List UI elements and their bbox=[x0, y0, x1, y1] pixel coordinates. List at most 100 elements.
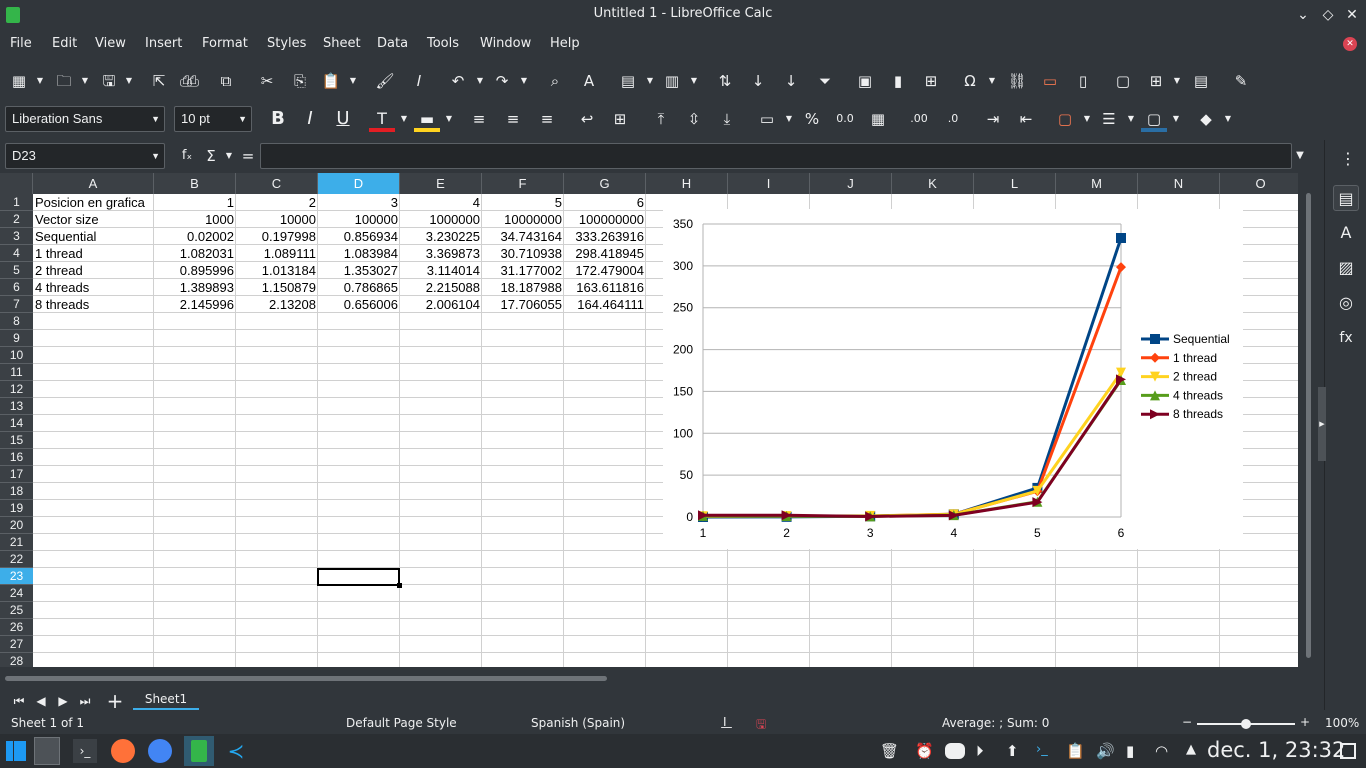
sidebar-collapse-handle[interactable]: ▶ bbox=[1318, 387, 1326, 461]
media-player-icon[interactable]: ⏵ bbox=[976, 742, 984, 760]
vertical-scrollbar-thumb[interactable] bbox=[1306, 193, 1311, 658]
cell[interactable]: 8 threads bbox=[33, 296, 154, 313]
cell[interactable]: 164.464111 bbox=[564, 296, 646, 313]
cell[interactable]: 1.389893 bbox=[154, 279, 236, 296]
show-draw-functions-icon[interactable]: ✎ bbox=[1228, 68, 1254, 94]
menu-styles[interactable]: Styles bbox=[261, 30, 312, 58]
cell[interactable]: 0.02002 bbox=[154, 228, 236, 245]
row-header[interactable]: 11 bbox=[0, 364, 33, 381]
cell-cursor-handle[interactable] bbox=[397, 583, 402, 588]
cell[interactable]: 2.215088 bbox=[400, 279, 482, 296]
cell[interactable]: 333.263916 bbox=[564, 228, 646, 245]
cell[interactable]: 0.197998 bbox=[236, 228, 318, 245]
underline-icon[interactable]: U bbox=[330, 106, 356, 132]
menu-sheet[interactable]: Sheet bbox=[317, 30, 367, 58]
cell[interactable]: 0.786865 bbox=[318, 279, 400, 296]
row-header[interactable]: 1 bbox=[0, 194, 33, 211]
chevron-down-icon[interactable]: ▼ bbox=[399, 106, 409, 132]
chevron-down-icon[interactable]: ▼ bbox=[1172, 68, 1182, 94]
cell[interactable]: 0.656006 bbox=[318, 296, 400, 313]
close-button[interactable]: ✕ bbox=[1342, 5, 1362, 25]
cell[interactable]: 1 thread bbox=[33, 245, 154, 262]
new-document-icon[interactable]: ▦ bbox=[6, 68, 32, 94]
vertical-scrollbar[interactable] bbox=[1300, 173, 1318, 667]
functions-icon[interactable]: fx bbox=[1333, 325, 1359, 351]
column-header[interactable]: M bbox=[1056, 173, 1138, 194]
row-header[interactable]: 13 bbox=[0, 398, 33, 415]
trash-icon[interactable]: 🗑 bbox=[880, 742, 899, 760]
row-header[interactable]: 16 bbox=[0, 449, 33, 466]
number-format-icon[interactable]: 0.0 bbox=[832, 106, 858, 132]
tray-expand-icon[interactable]: ▲ bbox=[1186, 742, 1196, 757]
menu-help[interactable]: Help bbox=[544, 30, 586, 58]
column-header[interactable]: N bbox=[1138, 173, 1220, 194]
spreadsheet-grid[interactable]: ABCDEFGHIJKLMNO 1 2 3 4 5 6 7 8 9 10 11 12 13 14 15 16 1… bbox=[0, 173, 1298, 667]
cell[interactable]: 1.150879 bbox=[236, 279, 318, 296]
row-header[interactable]: 27 bbox=[0, 636, 33, 653]
menu-data[interactable]: Data bbox=[371, 30, 414, 58]
app-launcher-icon-right[interactable] bbox=[14, 741, 26, 761]
merge-cells-icon[interactable]: ⊞ bbox=[607, 106, 633, 132]
cell[interactable]: 1.083984 bbox=[318, 245, 400, 262]
language[interactable]: Spanish (Spain) bbox=[531, 716, 625, 730]
align-bottom-icon[interactable]: ⤓ bbox=[714, 106, 740, 132]
browser-icon[interactable] bbox=[148, 739, 172, 763]
headers-footers-icon[interactable]: ▯ bbox=[1070, 68, 1096, 94]
column-header[interactable]: I bbox=[728, 173, 810, 194]
maximize-button[interactable]: ◇ bbox=[1318, 5, 1338, 25]
minimize-button[interactable]: ⌄ bbox=[1293, 5, 1313, 25]
row-header[interactable]: 28 bbox=[0, 653, 33, 667]
properties-icon[interactable]: ▤ bbox=[1333, 185, 1359, 211]
row-header[interactable]: 19 bbox=[0, 500, 33, 517]
column-header[interactable]: K bbox=[892, 173, 974, 194]
chevron-down-icon[interactable]: ▼ bbox=[689, 68, 699, 94]
row-header[interactable]: 17 bbox=[0, 466, 33, 483]
find-replace-icon[interactable]: ⌕ bbox=[542, 68, 568, 94]
zoom-in-icon[interactable]: + bbox=[1300, 715, 1310, 729]
cell[interactable]: 1.082031 bbox=[154, 245, 236, 262]
spelling-icon[interactable]: A bbox=[576, 68, 602, 94]
insert-chart-icon[interactable]: ▮ bbox=[885, 68, 911, 94]
copy-icon[interactable]: ⎘ bbox=[287, 68, 313, 94]
wrap-text-icon[interactable]: ↩ bbox=[574, 106, 600, 132]
column-header[interactable]: G bbox=[564, 173, 646, 194]
insert-image-icon[interactable]: ▣ bbox=[852, 68, 878, 94]
row-header[interactable]: 7 bbox=[0, 296, 33, 313]
expand-formula-icon[interactable]: ▼ bbox=[1295, 143, 1305, 169]
show-desktop-icon[interactable] bbox=[1340, 743, 1356, 759]
sidebar-menu-icon[interactable]: ⋮ bbox=[1335, 146, 1361, 172]
row-header[interactable]: 23 bbox=[0, 568, 33, 585]
cell[interactable]: 1000 bbox=[154, 211, 236, 228]
cell[interactable]: Posicion en grafica bbox=[33, 194, 154, 211]
row-header[interactable]: 5 bbox=[0, 262, 33, 279]
navigator-icon[interactable]: ◎ bbox=[1333, 290, 1359, 316]
cell[interactable]: 31.177002 bbox=[482, 262, 564, 279]
cell[interactable]: 34.743164 bbox=[482, 228, 564, 245]
row-header[interactable]: 25 bbox=[0, 602, 33, 619]
row-header[interactable]: 8 bbox=[0, 313, 33, 330]
delete-decimal-icon[interactable]: .0 bbox=[940, 106, 966, 132]
save-icon[interactable]: 🖫 bbox=[96, 68, 122, 94]
font-name-box[interactable]: Liberation Sans ▼ bbox=[5, 106, 165, 132]
column-header[interactable]: C bbox=[236, 173, 318, 194]
special-character-icon[interactable]: Ω bbox=[957, 68, 983, 94]
align-top-icon[interactable]: ⤒ bbox=[648, 106, 674, 132]
column-icon[interactable]: ▥ bbox=[659, 68, 685, 94]
terminal-icon[interactable]: ›_ bbox=[73, 739, 97, 763]
align-vcenter-icon[interactable]: ⇳ bbox=[681, 106, 707, 132]
chevron-down-icon[interactable]: ▼ bbox=[1171, 106, 1181, 132]
italic-icon[interactable]: I bbox=[297, 106, 323, 132]
cell[interactable]: 0.895996 bbox=[154, 262, 236, 279]
vscode-icon[interactable]: ≺ bbox=[224, 739, 248, 763]
column-header[interactable]: E bbox=[400, 173, 482, 194]
chevron-down-icon[interactable]: ▼ bbox=[444, 106, 454, 132]
function-wizard-icon[interactable]: fₓ bbox=[174, 143, 200, 169]
firefox-icon[interactable] bbox=[111, 739, 135, 763]
menu-view[interactable]: View bbox=[89, 30, 132, 58]
column-header[interactable]: H bbox=[646, 173, 728, 194]
column-header[interactable]: F bbox=[482, 173, 564, 194]
open-icon[interactable]: 🗀 bbox=[51, 68, 77, 94]
row-header[interactable]: 22 bbox=[0, 551, 33, 568]
menu-insert[interactable]: Insert bbox=[139, 30, 188, 58]
column-header[interactable]: B bbox=[154, 173, 236, 194]
